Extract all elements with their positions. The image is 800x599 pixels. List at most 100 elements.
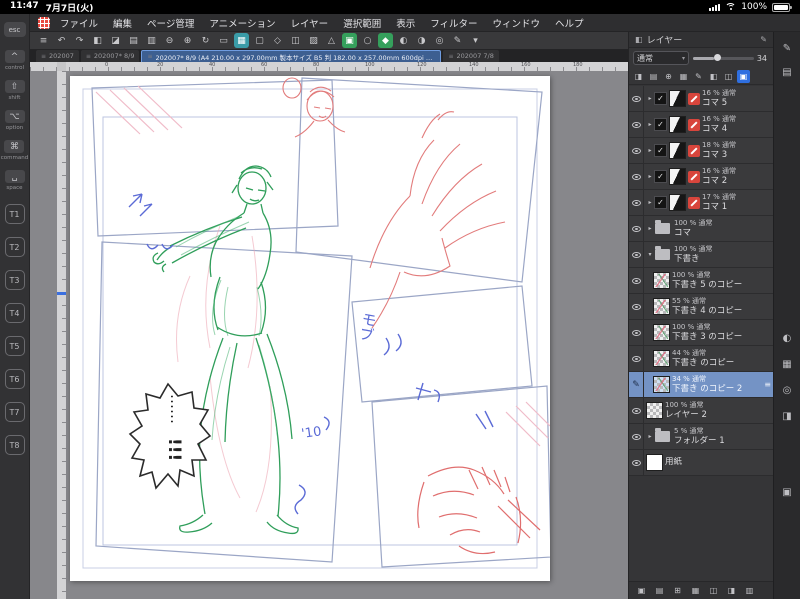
document-tab-1[interactable]: ≡ 202007* 8/9	[80, 50, 140, 62]
create-mask-icon[interactable]: ◫	[707, 584, 720, 597]
layer-row-6[interactable]: ▾ 100 % 通常 下書き	[629, 242, 773, 268]
document-tab-2[interactable]: ≡ 202007* 8/9 (A4 210.00 x 297.00mm 製本サイズ…	[141, 50, 442, 62]
visibility-cell[interactable]	[629, 320, 644, 345]
menu-item-3[interactable]: アニメーション	[209, 16, 275, 30]
layer-row-7[interactable]: 100 % 通常 下書き 5 のコピー	[629, 268, 773, 294]
eye-icon[interactable]	[631, 173, 641, 180]
cut-icon[interactable]: ◪	[108, 33, 123, 48]
visibility-cell[interactable]	[629, 164, 644, 189]
eraser-icon[interactable]: ◧	[90, 33, 105, 48]
visibility-cell[interactable]	[629, 268, 644, 293]
copy-icon[interactable]: ▤	[126, 33, 141, 48]
clip-at-layer-below-icon[interactable]: ⊕	[662, 70, 675, 83]
eye-icon[interactable]	[631, 407, 641, 414]
edit-pen-icon[interactable]: ✎	[779, 40, 795, 56]
merge-down-icon[interactable]: ▦	[689, 584, 702, 597]
grid-icon[interactable]: ▦	[234, 33, 249, 48]
expand-icon[interactable]: ▸	[646, 121, 654, 128]
menu-item-1[interactable]: 編集	[113, 16, 132, 30]
eye-icon[interactable]	[631, 355, 641, 362]
visibility-cell[interactable]: ✎	[629, 372, 644, 397]
color-wheel-icon[interactable]: ◐	[779, 330, 795, 346]
brush-size-icon[interactable]: ◎	[779, 382, 795, 398]
app-menu-icon[interactable]	[38, 16, 50, 29]
material-drawer-icon[interactable]: ▣	[779, 484, 795, 500]
layer-row-10[interactable]: 44 % 通常 下書き のコピー	[629, 346, 773, 372]
swatch-icon[interactable]: ▦	[779, 356, 795, 372]
transform-icon[interactable]: ◇	[270, 33, 285, 48]
menu-item-8[interactable]: ウィンドウ	[493, 16, 541, 30]
eye-icon[interactable]	[631, 433, 641, 440]
eye-icon[interactable]	[631, 251, 641, 258]
layer-color-icon[interactable]: ◧	[707, 70, 720, 83]
layer-row-4[interactable]: ▸ ✓ 17 % 通常 コマ 1	[629, 190, 773, 216]
eye-icon[interactable]	[631, 95, 641, 102]
layer-mask-icon[interactable]: ◐	[396, 33, 411, 48]
eye-icon[interactable]	[631, 147, 641, 154]
touch-key-T4[interactable]: T4	[4, 303, 25, 323]
menu-item-0[interactable]: ファイル	[60, 16, 98, 30]
panel-toggle-icon[interactable]: ▤	[779, 64, 795, 80]
layer-row-13[interactable]: ▸ 5 % 通常 フォルダー 1	[629, 424, 773, 450]
document-tab-0[interactable]: ≡ 202007	[36, 50, 79, 62]
layer-row-9[interactable]: 100 % 通常 下書き 3 のコピー	[629, 320, 773, 346]
expand-icon[interactable]: ▸	[646, 95, 654, 102]
layer-row-3[interactable]: ▸ ✓ 16 % 通常 コマ 2	[629, 164, 773, 190]
modifier-key-control[interactable]: ^ control	[4, 50, 25, 71]
eye-icon[interactable]	[631, 459, 641, 466]
expand-icon[interactable]: ▸	[646, 225, 654, 232]
reference-layer-icon[interactable]: ▦	[677, 70, 690, 83]
menu-item-5[interactable]: 選択範囲	[343, 16, 381, 30]
layer-row-11[interactable]: ✎ 34 % 通常 下書き のコピー 2 ≡	[629, 372, 773, 398]
touch-key-T5[interactable]: T5	[4, 336, 25, 356]
layer-row-1[interactable]: ▸ ✓ 16 % 通常 コマ 4	[629, 112, 773, 138]
lock-layer-icon[interactable]: ▤	[647, 70, 660, 83]
visibility-cell[interactable]	[629, 190, 644, 215]
menu-item-7[interactable]: フィルター	[430, 16, 477, 30]
touch-key-T7[interactable]: T7	[4, 402, 25, 422]
blend-mode-select[interactable]: 通常 ▾	[633, 51, 689, 65]
palette-color-icon[interactable]: ▣	[737, 69, 750, 83]
paste-icon[interactable]: ▥	[144, 33, 159, 48]
new-folder-icon[interactable]: ▤	[653, 584, 666, 597]
tab-menu-icon[interactable]: ≡	[147, 53, 152, 60]
layer-row-12[interactable]: 100 % 通常 レイヤー 2	[629, 398, 773, 424]
touch-key-T6[interactable]: T6	[4, 369, 25, 389]
redo-icon[interactable]: ↷	[72, 33, 87, 48]
opacity-slider[interactable]	[693, 54, 754, 61]
visibility-cell[interactable]	[629, 86, 644, 111]
eye-icon[interactable]	[631, 303, 641, 310]
undo-icon[interactable]: ↶	[54, 33, 69, 48]
visibility-cell[interactable]	[629, 424, 644, 449]
lock-transparent-pixels-icon[interactable]: ◨	[632, 70, 645, 83]
expand-icon[interactable]: ▸	[646, 199, 654, 206]
layer-mask-icon[interactable]: ◫	[722, 70, 735, 83]
expand-icon[interactable]: ▸	[646, 433, 654, 440]
balloon-icon[interactable]: ○	[360, 33, 375, 48]
menu-item-6[interactable]: 表示	[396, 16, 415, 30]
visibility-cell[interactable]	[629, 216, 644, 241]
pen-settings-icon[interactable]: ✎	[450, 33, 465, 48]
rotate-view-icon[interactable]: ↻	[198, 33, 213, 48]
palette-menu-icon[interactable]: ✎	[760, 35, 767, 44]
eye-icon[interactable]	[631, 329, 641, 336]
modifier-key-option[interactable]: ⌥ option	[4, 110, 25, 131]
expand-icon[interactable]: ▸	[646, 173, 654, 180]
delete-layer-icon[interactable]: ▥	[743, 584, 756, 597]
layer-row-14[interactable]: 用紙	[629, 450, 773, 476]
zoom-out-icon[interactable]: ⊖	[162, 33, 177, 48]
visibility-cell[interactable]	[629, 138, 644, 163]
touch-key-T3[interactable]: T3	[4, 270, 25, 290]
eye-icon[interactable]	[631, 199, 641, 206]
crop-icon[interactable]: ◫	[288, 33, 303, 48]
visibility-cell[interactable]	[629, 398, 644, 423]
snapshot-icon[interactable]: ◎	[432, 33, 447, 48]
apply-mask-icon[interactable]: ◨	[725, 584, 738, 597]
eye-icon[interactable]	[631, 121, 641, 128]
zoom-in-icon[interactable]: ⊕	[180, 33, 195, 48]
modifier-key-command[interactable]: ⌘ command	[1, 140, 28, 161]
visibility-cell[interactable]	[629, 346, 644, 371]
menu-item-2[interactable]: ページ管理	[147, 16, 194, 30]
menu-item-9[interactable]: ヘルプ	[555, 16, 584, 30]
selection-icon[interactable]: ▢	[252, 33, 267, 48]
